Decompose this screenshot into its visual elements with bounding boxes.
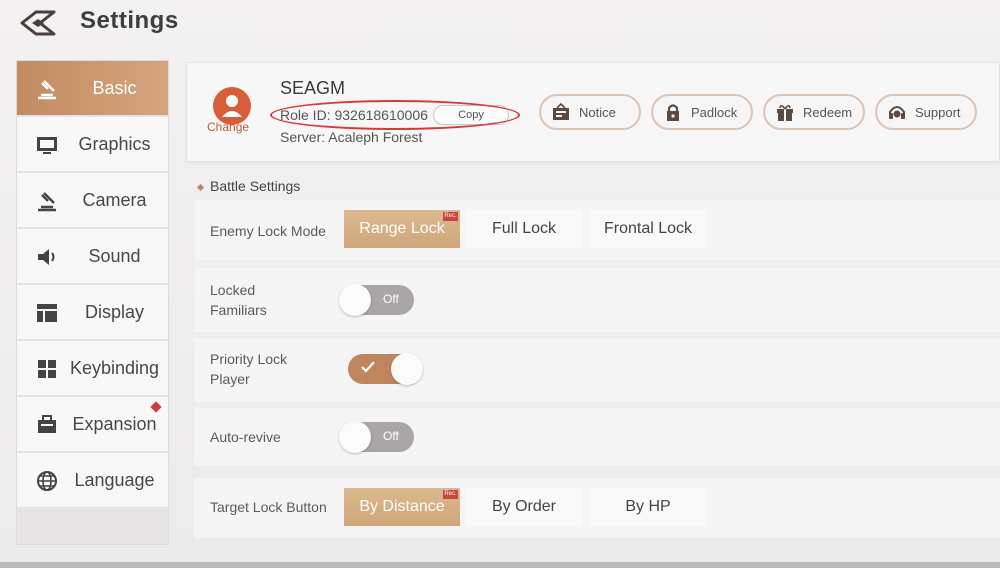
copy-button[interactable]: Copy — [433, 105, 509, 125]
sidebar-item-label: Sound — [88, 245, 141, 266]
enemy-lock-row: Enemy Lock Mode Range Lock Rec. Full Loc… — [194, 200, 1000, 260]
by-distance-option[interactable]: By Distance Rec. — [344, 488, 460, 526]
sidebar-item-keybinding[interactable]: Keybinding — [17, 341, 168, 396]
sidebar-item-label: Basic — [92, 77, 137, 98]
support-button[interactable]: Support — [875, 94, 977, 130]
locked-familiars-toggle[interactable]: Off — [339, 284, 414, 316]
sidebar-item-sound[interactable]: Sound — [17, 229, 168, 284]
auto-revive-row: Auto-revive Off — [194, 408, 1000, 466]
player-name: SEAGM — [280, 78, 346, 98]
padlock-button[interactable]: Padlock — [651, 94, 753, 130]
sidebar-item-expansion[interactable]: Expansion — [17, 397, 168, 452]
frontal-lock-option[interactable]: Frontal Lock — [590, 210, 706, 248]
recommended-tag: Rec. — [443, 490, 458, 499]
sidebar-item-language[interactable]: Language — [17, 453, 168, 508]
enemy-lock-label: Enemy Lock Mode — [210, 223, 326, 239]
auto-revive-label: Auto-revive — [210, 429, 281, 445]
locked-familiars-label: Locked Familiars — [210, 282, 267, 318]
sidebar-item-label: Display — [84, 301, 145, 322]
briefcase-icon — [38, 415, 56, 433]
notice-label: Notice — [579, 104, 616, 120]
redeem-label: Redeem — [803, 104, 853, 120]
sidebar-item-graphics[interactable]: Graphics — [17, 117, 168, 172]
bottom-strip — [0, 562, 1000, 568]
change-avatar-button[interactable]: Change — [207, 120, 249, 134]
priority-lock-toggle[interactable] — [348, 353, 423, 385]
server-info: Server: Acaleph Forest — [280, 129, 423, 145]
range-lock-option[interactable]: Range Lock Rec. — [344, 210, 460, 248]
full-lock-option[interactable]: Full Lock — [466, 210, 582, 248]
back-arrow-icon — [20, 10, 56, 36]
checkmark-icon — [361, 361, 375, 373]
target-lock-row: Target Lock Button By Distance Rec. By O… — [194, 478, 1000, 538]
sidebar-item-label: Expansion — [72, 413, 157, 434]
gavel-icon — [38, 80, 56, 100]
header: Settings — [0, 0, 1000, 46]
by-order-option[interactable]: By Order — [466, 488, 582, 526]
role-id: Role ID: 932618610006 — [280, 107, 428, 123]
padlock-icon — [667, 104, 679, 121]
battle-settings-title: Battle Settings — [210, 178, 301, 194]
page-title: Settings — [80, 7, 179, 34]
notice-board-icon — [553, 102, 569, 120]
notification-badge — [150, 401, 162, 413]
monitor-icon — [37, 137, 57, 154]
globe-icon — [37, 471, 57, 491]
sidebar-item-label: Keybinding — [69, 357, 160, 378]
by-hp-option[interactable]: By HP — [590, 488, 706, 526]
sidebar-item-camera[interactable]: Camera — [17, 173, 168, 228]
back-button[interactable] — [18, 8, 58, 38]
gift-icon — [777, 104, 793, 121]
headset-icon — [889, 106, 905, 119]
section-title: Battle Settings — [196, 178, 301, 194]
profile-card: Change SEAGM Role ID: 932618610006 Copy … — [186, 62, 1000, 162]
locked-familiars-row: Locked Familiars Off — [194, 268, 1000, 332]
sidebar: Basic Graphics Camera Sound Display Keyb… — [16, 60, 169, 545]
grid-icon — [38, 360, 56, 378]
toggle-knob — [339, 421, 371, 453]
redeem-button[interactable]: Redeem — [763, 94, 865, 130]
recommended-tag: Rec. — [443, 212, 458, 221]
support-label: Support — [915, 104, 961, 120]
notice-button[interactable]: Notice — [539, 94, 641, 130]
priority-lock-row: Priority Lock Player — [194, 338, 1000, 402]
target-lock-label: Target Lock Button — [210, 499, 327, 515]
sidebar-item-display[interactable]: Display — [17, 285, 168, 340]
auto-revive-toggle[interactable]: Off — [339, 421, 414, 453]
speaker-icon — [38, 249, 55, 265]
priority-lock-label: Priority Lock Player — [210, 351, 288, 387]
padlock-label: Padlock — [691, 104, 738, 120]
layout-icon — [37, 304, 57, 322]
sidebar-item-label: Camera — [82, 189, 147, 210]
gavel-icon — [38, 192, 56, 212]
toggle-knob — [391, 353, 423, 385]
sidebar-item-label: Graphics — [78, 133, 151, 154]
sidebar-item-label: Language — [74, 469, 155, 490]
toggle-knob — [339, 284, 371, 316]
sidebar-item-basic[interactable]: Basic — [17, 61, 168, 116]
